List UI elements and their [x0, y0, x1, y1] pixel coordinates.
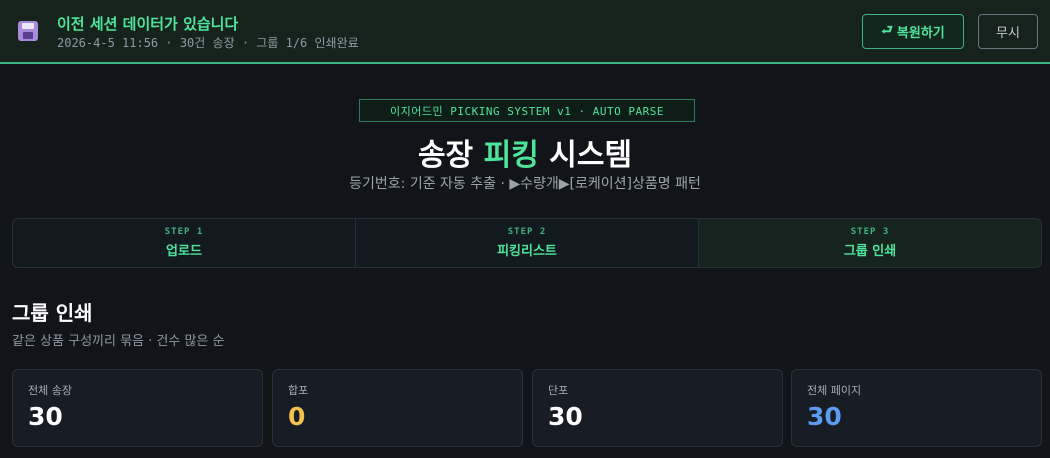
stat-value: 0	[288, 402, 306, 431]
floppy-disk-icon	[18, 21, 38, 41]
stat-card-single: 단포 30	[532, 369, 783, 447]
stat-label: 전체 페이지	[807, 384, 862, 397]
title-suffix: 시스템	[538, 138, 633, 173]
title-accent: 피킹	[483, 138, 539, 173]
tab-picking-list[interactable]: STEP 2 피킹리스트	[356, 219, 699, 267]
return-arrow-icon: ⮐	[881, 22, 893, 38]
step-number: STEP 3	[850, 227, 890, 237]
stat-value: 30	[28, 402, 63, 431]
title-prefix: 송장	[417, 138, 484, 173]
ignore-button[interactable]: 무시	[978, 14, 1038, 49]
restore-button-label: 복원하기	[896, 26, 945, 41]
stat-value: 30	[807, 402, 842, 431]
step-label: 피킹리스트	[497, 244, 557, 259]
stat-label: 합포	[288, 384, 309, 397]
section-title: 그룹 인쇄	[12, 301, 93, 325]
session-meta: 2026-4-5 11:56 · 30건 송장 · 그룹 1/6 인쇄완료	[57, 36, 359, 50]
restore-session-banner: 이전 세션 데이터가 있습니다 2026-4-5 11:56 · 30건 송장 …	[0, 0, 1050, 64]
step-number: STEP 2	[507, 227, 547, 237]
stat-label: 전체 송장	[28, 384, 72, 397]
page-subtitle: 등기번호: 기준 자동 추출 · ▶수량개▶[로케이션]상품명 패턴	[349, 176, 701, 192]
banner-title: 이전 세션 데이터가 있습니다	[57, 15, 239, 33]
stat-value: 30	[548, 402, 583, 431]
step-label: 그룹 인쇄	[843, 244, 897, 259]
step-number: STEP 1	[164, 227, 204, 237]
stat-card-total-pages: 전체 페이지 30	[791, 369, 1042, 447]
system-tag: 이지어드민 PICKING SYSTEM v1 · AUTO PARSE	[359, 99, 695, 122]
stat-card-total-invoices: 전체 송장 30	[12, 369, 263, 447]
stat-label: 단포	[548, 384, 569, 397]
step-tabs: STEP 1 업로드 STEP 2 피킹리스트 STEP 3 그룹 인쇄	[12, 218, 1042, 268]
restore-button[interactable]: ⮐ 복원하기	[862, 14, 964, 49]
tab-group-print[interactable]: STEP 3 그룹 인쇄	[699, 219, 1041, 267]
stat-card-combined: 합포 0	[272, 369, 523, 447]
page-title: 송장 피킹 시스템	[0, 130, 1050, 174]
section-subtitle: 같은 상품 구성끼리 묶음 · 건수 많은 순	[12, 334, 225, 349]
tab-upload[interactable]: STEP 1 업로드	[13, 219, 356, 267]
step-label: 업로드	[166, 244, 202, 259]
